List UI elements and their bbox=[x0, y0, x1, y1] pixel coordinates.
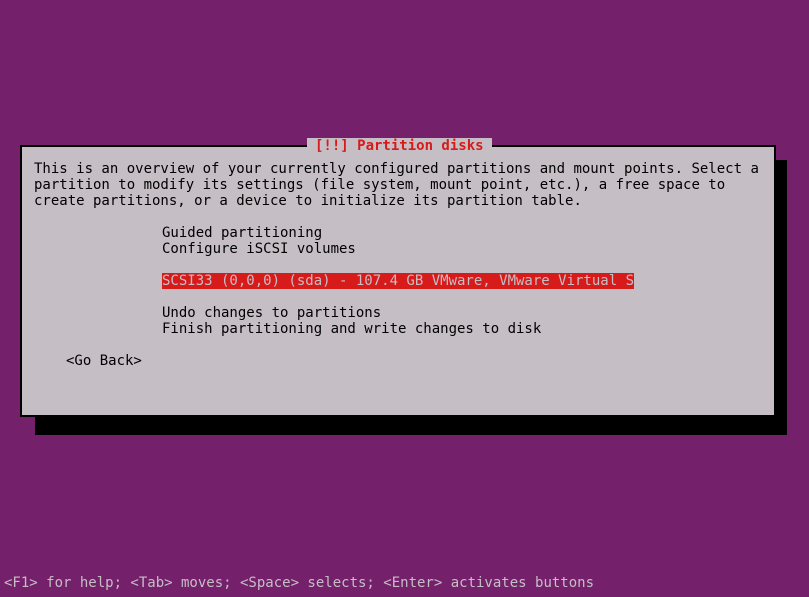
menu-undo-changes[interactable]: Undo changes to partitions bbox=[162, 305, 762, 321]
menu-configure-iscsi[interactable]: Configure iSCSI volumes bbox=[162, 241, 762, 257]
partition-dialog: [!!] Partition disks This is an overview… bbox=[20, 145, 776, 417]
menu-guided-partitioning[interactable]: Guided partitioning bbox=[162, 225, 762, 241]
footer-help-text: <F1> for help; <Tab> moves; <Space> sele… bbox=[4, 575, 594, 591]
intro-text: This is an overview of your currently co… bbox=[34, 161, 762, 209]
dialog-title: [!!] Partition disks bbox=[307, 138, 492, 154]
dialog-content: This is an overview of your currently co… bbox=[22, 147, 774, 383]
go-back-button[interactable]: <Go Back> bbox=[66, 353, 762, 369]
menu-section: Guided partitioning Configure iSCSI volu… bbox=[162, 225, 762, 337]
menu-disk-scsi33[interactable]: SCSI33 (0,0,0) (sda) - 107.4 GB VMware, … bbox=[162, 273, 634, 289]
menu-finish-partitioning[interactable]: Finish partitioning and write changes to… bbox=[162, 321, 762, 337]
spacer bbox=[162, 289, 762, 305]
spacer bbox=[162, 257, 762, 273]
